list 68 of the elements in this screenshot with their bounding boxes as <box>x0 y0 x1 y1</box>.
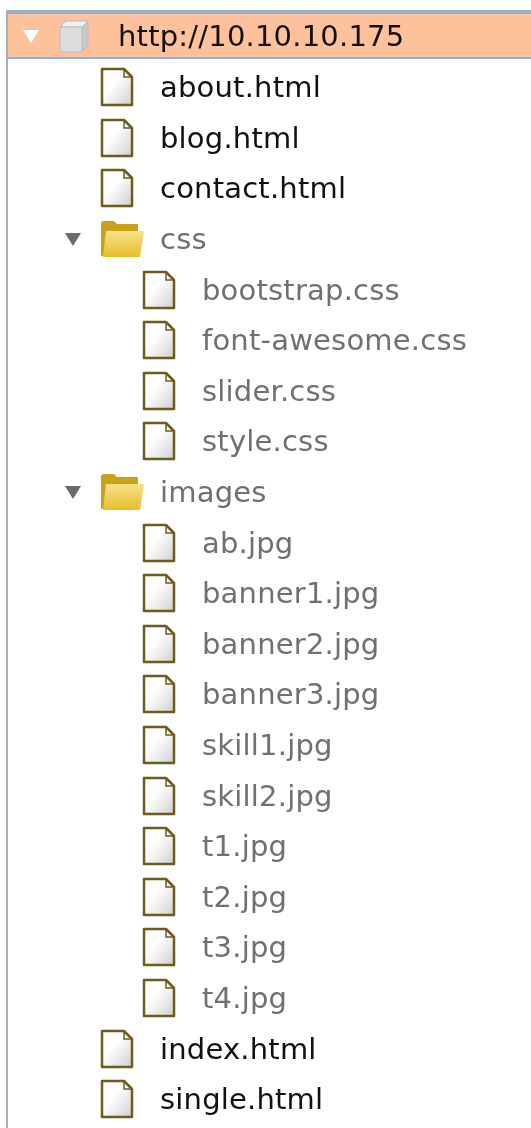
tree-row[interactable]: http://10.10.10.175 <box>8 12 531 59</box>
node-label: contact.html <box>160 171 347 206</box>
file-icon <box>142 623 176 664</box>
file-icon <box>100 67 134 108</box>
tree-row[interactable]: font-awesome.css <box>8 314 531 366</box>
file-icon <box>142 876 176 917</box>
node-label: banner1.jpg <box>202 576 380 611</box>
file-icon <box>142 421 176 462</box>
file-icon <box>142 978 176 1018</box>
tree-row[interactable]: images <box>8 466 531 518</box>
collapse-arrow-icon[interactable] <box>64 231 82 248</box>
node-label: single.html <box>160 1082 324 1117</box>
file-icon <box>142 775 176 816</box>
tree-row[interactable]: t4.jpg <box>8 972 531 1024</box>
tree-row[interactable]: banner2.jpg <box>8 618 531 670</box>
node-label: about.html <box>160 70 321 105</box>
tree-row[interactable]: t2.jpg <box>8 871 531 923</box>
file-icon <box>142 927 176 968</box>
tree-row[interactable]: t1.jpg <box>8 820 531 872</box>
tree-row[interactable]: ab.jpg <box>8 517 531 568</box>
node-label: t4.jpg <box>202 981 288 1015</box>
node-label: images <box>160 475 267 510</box>
folder-icon <box>100 220 144 259</box>
tree-row[interactable]: skill2.jpg <box>8 770 531 821</box>
tree-row[interactable]: banner3.jpg <box>8 669 531 720</box>
tree-row[interactable]: index.html <box>8 1023 531 1074</box>
file-icon <box>142 725 176 765</box>
file-icon <box>142 674 176 715</box>
node-label: t2.jpg <box>202 879 288 914</box>
tree-row[interactable]: blog.html <box>8 112 531 164</box>
node-label: banner3.jpg <box>202 677 380 712</box>
file-icon <box>142 370 176 411</box>
folder-icon <box>100 473 144 512</box>
node-label: ab.jpg <box>202 525 294 560</box>
node-label: bootstrap.css <box>202 272 400 307</box>
tree-row[interactable]: skill1.jpg <box>8 719 531 771</box>
tree-row[interactable]: bootstrap.css <box>8 264 531 315</box>
file-icon <box>100 117 134 158</box>
node-label: http://10.10.10.175 <box>118 18 405 53</box>
node-label: t3.jpg <box>202 930 288 965</box>
tree-row[interactable]: css <box>8 213 531 265</box>
node-label: blog.html <box>160 120 300 155</box>
file-icon <box>142 522 176 563</box>
tree-row[interactable]: single.html <box>8 1073 531 1125</box>
tree-row[interactable]: contact.html <box>8 163 531 214</box>
server-icon <box>58 18 90 53</box>
node-label: style.css <box>202 424 329 459</box>
tree-row[interactable]: t3.jpg <box>8 922 531 973</box>
file-icon <box>142 269 176 310</box>
file-icon <box>142 826 176 867</box>
node-label: index.html <box>160 1031 317 1066</box>
node-label: slider.css <box>202 373 337 408</box>
tree-row[interactable]: about.html <box>8 62 531 113</box>
node-label: t1.jpg <box>202 829 288 864</box>
file-icon <box>142 320 176 361</box>
node-label: css <box>160 222 207 257</box>
node-label: banner2.jpg <box>202 626 380 661</box>
node-label: skill1.jpg <box>202 728 333 762</box>
node-label: font-awesome.css <box>202 323 468 358</box>
node-label: skill2.jpg <box>202 778 333 813</box>
file-icon <box>100 1028 134 1069</box>
tree-row[interactable]: style.css <box>8 416 531 467</box>
collapse-arrow-icon[interactable] <box>64 484 82 501</box>
file-icon <box>142 573 176 614</box>
tree-row[interactable]: slider.css <box>8 365 531 417</box>
file-icon <box>100 1079 134 1120</box>
tree-row[interactable]: banner1.jpg <box>8 567 531 619</box>
file-icon <box>100 168 134 209</box>
